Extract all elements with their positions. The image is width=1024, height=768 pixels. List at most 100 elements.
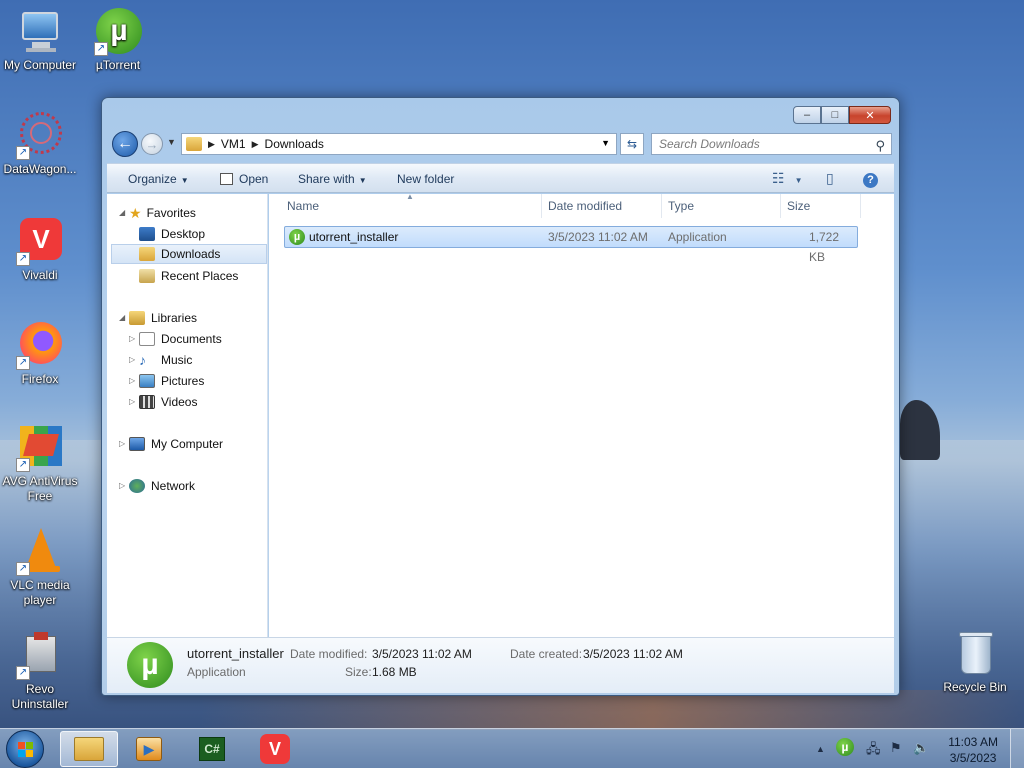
desktop-icon-my-computer[interactable]: My Computer	[0, 8, 80, 73]
tree-libraries[interactable]: ◢ Libraries	[119, 308, 197, 328]
address-history-dropdown[interactable]: ▼	[601, 138, 610, 148]
arrow-left-icon: ←	[117, 135, 133, 152]
desktop-icon-vivaldi[interactable]: V ↗ Vivaldi	[0, 218, 80, 283]
breadcrumb-vm1[interactable]: VM1	[221, 137, 246, 151]
tray-network[interactable]: 🖧	[866, 740, 881, 762]
collapse-triangle-icon[interactable]: ▷	[129, 350, 139, 370]
collapse-triangle-icon[interactable]: ▷	[119, 476, 129, 496]
tray-volume[interactable]: 🔈	[913, 740, 929, 756]
breadcrumb-separator-icon[interactable]: ▶	[208, 139, 215, 150]
search-placeholder: Search Downloads	[659, 137, 760, 151]
tree-label: Pictures	[161, 374, 205, 388]
desktop-icon-avg[interactable]: ↗ AVG AntiVirus Free	[0, 424, 80, 504]
preview-pane-button[interactable]: ▯	[826, 170, 834, 187]
refresh-button[interactable]: ⇆	[620, 133, 644, 155]
search-icon[interactable]: ⚲	[875, 136, 885, 156]
tree-label: Downloads	[161, 247, 221, 261]
file-list[interactable]: ▲ Name Date modified Type Size µ utorren…	[269, 192, 894, 637]
expand-triangle-icon[interactable]: ◢	[119, 203, 129, 223]
collapse-triangle-icon[interactable]: ▷	[119, 434, 129, 454]
taskbar: ▶ C# V ▲ µ 🖧 ⚑ 🔈 11:03 AM 3/5/2023	[0, 728, 1024, 768]
share-with-label: Share with	[298, 172, 355, 186]
tree-documents[interactable]: ▷ Documents	[129, 329, 222, 349]
chevron-down-icon: ▼	[794, 176, 803, 185]
address-bar[interactable]: ▶ VM1 ▶ Downloads ▼	[181, 133, 617, 155]
taskbar-explorer[interactable]	[60, 731, 118, 767]
open-button[interactable]: Open	[220, 172, 268, 186]
desktop-icon-label: Firefox	[21, 372, 59, 386]
column-header-type[interactable]: Type	[662, 194, 781, 218]
breadcrumb-downloads[interactable]: Downloads	[265, 137, 324, 151]
desktop-icon-utorrent[interactable]: µ ↗ µTorrent	[78, 8, 158, 73]
taskbar-csharp[interactable]: C#	[183, 731, 241, 767]
show-hidden-icons-button[interactable]: ▲	[816, 744, 825, 754]
show-desktop-button[interactable]	[1010, 729, 1024, 768]
file-type: Application	[668, 230, 727, 244]
change-view-button[interactable]: ☷ ▼	[772, 170, 802, 187]
recent-places-icon	[139, 269, 155, 283]
collapse-triangle-icon[interactable]: ▷	[129, 392, 139, 412]
clock-time: 11:03 AM	[948, 735, 998, 749]
pictures-icon	[139, 374, 155, 388]
explorer-window[interactable]: – □ ✕ ← → ▼ ▶ VM1 ▶ Downloads ▼ ⇆ Search…	[101, 97, 900, 696]
tree-label: Recent Places	[161, 269, 239, 283]
share-with-button[interactable]: Share with ▼	[298, 172, 367, 186]
details-date-created: 3/5/2023 11:02 AM	[583, 647, 683, 661]
command-bar: Organize ▼ Open Share with ▼ New folder ☷ ▼…	[107, 163, 894, 193]
help-icon: ?	[863, 173, 878, 188]
taskbar-media-player[interactable]: ▶	[120, 731, 178, 767]
computer-icon	[129, 437, 145, 451]
search-input[interactable]: Search Downloads ⚲	[651, 133, 892, 155]
close-button[interactable]: ✕	[849, 106, 891, 124]
taskbar-vivaldi[interactable]: V	[246, 731, 304, 767]
column-header-date-modified[interactable]: Date modified	[542, 194, 662, 218]
tree-my-computer[interactable]: ▷ My Computer	[119, 434, 223, 454]
collapse-triangle-icon[interactable]: ▷	[129, 329, 139, 349]
new-folder-button[interactable]: New folder	[397, 172, 454, 186]
arrow-right-icon: →	[145, 136, 159, 152]
expand-triangle-icon[interactable]: ◢	[119, 308, 129, 328]
tree-label: Desktop	[161, 227, 206, 241]
desktop-icon-recycle-bin[interactable]: Recycle Bin	[935, 630, 1015, 695]
tree-favorites[interactable]: ◢ ★ Favorites	[119, 203, 196, 223]
column-header-size[interactable]: Size	[781, 194, 861, 218]
recent-pages-dropdown[interactable]: ▼	[167, 137, 176, 147]
new-folder-label: New folder	[397, 172, 455, 186]
column-header-name[interactable]: Name	[281, 194, 542, 218]
back-button[interactable]: ←	[112, 131, 138, 157]
tray-utorrent[interactable]: µ	[836, 738, 854, 756]
details-size: 1.68 MB	[372, 665, 417, 679]
avg-icon: ↗	[16, 424, 64, 472]
shortcut-arrow-icon: ↗	[16, 666, 30, 680]
tree-network[interactable]: ▷ Network	[119, 476, 195, 496]
help-button[interactable]: ?	[863, 170, 878, 188]
tree-videos[interactable]: ▷ Videos	[129, 392, 197, 412]
collapse-triangle-icon[interactable]: ▷	[129, 371, 139, 391]
desktop-icon-vlc[interactable]: ↗ VLC media player	[0, 528, 80, 608]
desktop-icon-label: Vivaldi	[22, 268, 58, 282]
tree-label: Libraries	[151, 311, 198, 325]
tray-action-center[interactable]: ⚑	[890, 740, 902, 756]
desktop-icon-datawagon[interactable]: ↗ DataWagon...	[0, 112, 80, 177]
tree-desktop[interactable]: Desktop	[139, 224, 205, 244]
start-button[interactable]	[6, 730, 44, 768]
maximize-button[interactable]: □	[821, 106, 849, 124]
file-row[interactable]: µ utorrent_installer 3/5/2023 11:02 AM A…	[284, 226, 858, 264]
clock[interactable]: 11:03 AM 3/5/2023	[948, 734, 998, 766]
tree-downloads[interactable]: Downloads	[111, 244, 267, 264]
minimize-button[interactable]: –	[793, 106, 821, 124]
utorrent-icon: µ	[127, 642, 173, 688]
tree-recent-places[interactable]: Recent Places	[139, 266, 238, 286]
utorrent-icon: µ	[836, 738, 854, 756]
organize-button[interactable]: Organize ▼	[128, 172, 189, 186]
breadcrumb-separator-icon[interactable]: ▶	[252, 139, 259, 150]
shortcut-arrow-icon: ↗	[16, 458, 30, 472]
csharp-icon: C#	[199, 737, 225, 761]
tree-pictures[interactable]: ▷ Pictures	[129, 371, 204, 391]
desktop-icon-revo[interactable]: ↗ Revo Uninstaller	[0, 632, 80, 712]
speaker-icon: 🔈	[913, 740, 930, 755]
tree-music[interactable]: ▷ ♪ Music	[129, 350, 192, 370]
utorrent-icon: µ	[289, 229, 305, 245]
desktop-icon-firefox[interactable]: ↗ Firefox	[0, 322, 80, 387]
forward-button[interactable]: →	[141, 133, 163, 155]
